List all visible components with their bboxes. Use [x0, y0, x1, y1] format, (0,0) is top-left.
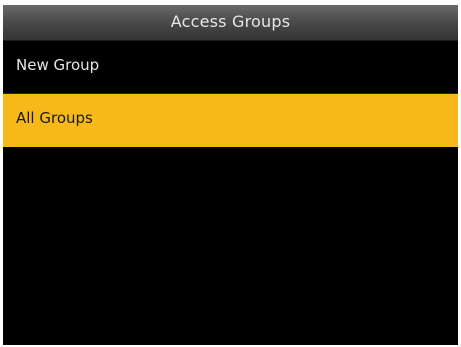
device-screen: Access Groups New Group All Groups	[3, 5, 458, 345]
screen-title: Access Groups	[170, 12, 291, 31]
menu-item-all-groups[interactable]: All Groups	[3, 94, 458, 147]
menu-item-label: New Group	[16, 56, 100, 74]
menu-list: New Group All Groups	[3, 41, 458, 147]
menu-item-label: All Groups	[16, 109, 93, 127]
title-bar: Access Groups	[3, 5, 458, 41]
menu-item-new-group[interactable]: New Group	[3, 41, 458, 94]
